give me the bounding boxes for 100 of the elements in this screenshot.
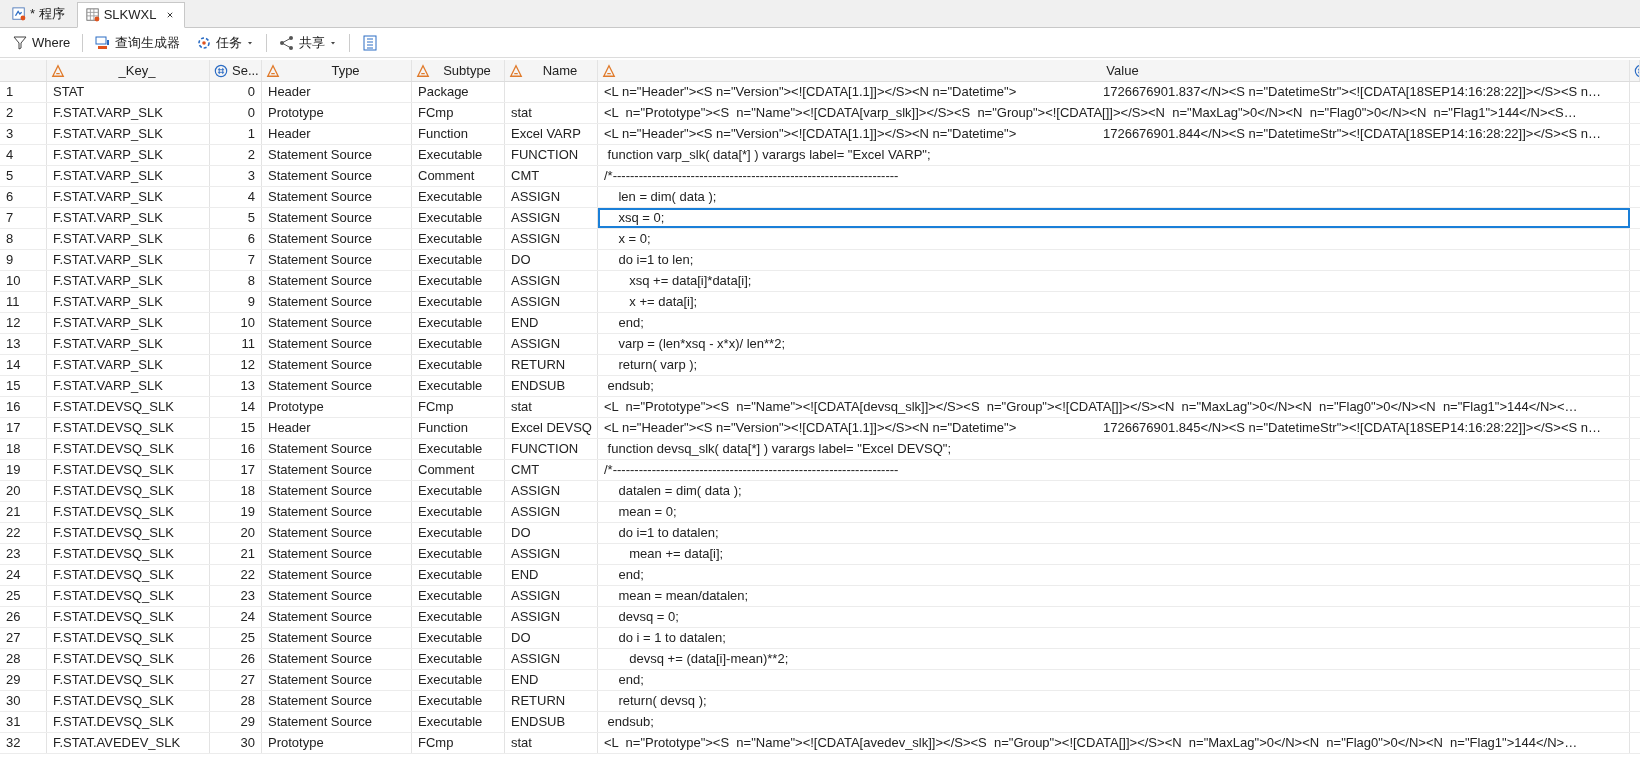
table-cell: 6 (210, 229, 262, 249)
table-cell: STAT (47, 82, 210, 102)
table-icon (85, 8, 100, 22)
row-number: 13 (0, 334, 47, 354)
table-cell: Statement Source (262, 523, 412, 543)
table-cell: Statement Source (262, 460, 412, 480)
column-header[interactable]: Type (284, 60, 407, 81)
numeric-column-icon (214, 63, 228, 78)
table-cell: Statement Source (262, 250, 412, 270)
table-cell: devsq = 0; (598, 607, 1630, 627)
table-cell: 30 (210, 733, 262, 753)
table-cell: Executable (412, 229, 505, 249)
table-cell: 8 (210, 271, 262, 291)
table-cell: F.STAT.VARP_SLK (47, 334, 210, 354)
row-number: 16 (0, 397, 47, 417)
table-cell: Excel DEVSQ (505, 418, 598, 438)
toolbar-button[interactable]: 共享 (275, 30, 342, 55)
table-cell: CMT (505, 460, 598, 480)
table-cell: F.STAT.AVEDEV_SLK (47, 733, 210, 753)
table-cell: Executable (412, 334, 505, 354)
table-cell: function devsq_slk( data[*] ) varargs label= "Excel DEVSQ"; (598, 439, 1630, 459)
column-header[interactable]: Subtype (434, 60, 500, 81)
toolbar-button[interactable]: 任务 (192, 30, 259, 55)
toolbar-button[interactable]: 查询生成器 (91, 30, 185, 55)
table-cell: 23 (210, 586, 262, 606)
table-cell: FUNCTION (505, 439, 598, 459)
table-cell: 4 (210, 187, 262, 207)
table-cell: Executable (412, 145, 505, 165)
table-cell: Statement Source (262, 691, 412, 711)
table-cell: F.STAT.VARP_SLK (47, 355, 210, 375)
table-cell: mean += data[i]; (598, 544, 1630, 564)
table-cell: <L n="Prototype"><S n="Name"><![CDATA[devsq_slk]]></S><S n="Group"><![CDATA[]]></S><N n="MaxLag">0</N><N n="Flag0">0</N><N n="Flag1">144</N><… (598, 397, 1630, 417)
table-cell: ENDSUB (505, 712, 598, 732)
character-column-icon (509, 63, 523, 78)
table-cell: Executable (412, 607, 505, 627)
table-cell: Executable (412, 628, 505, 648)
table-cell: 14 (210, 397, 262, 417)
table-cell: DO (505, 250, 598, 270)
table-cell: 0 (210, 103, 262, 123)
table-cell: F.STAT.VARP_SLK (47, 376, 210, 396)
table-cell: F.STAT.VARP_SLK (47, 166, 210, 186)
character-column-icon (266, 63, 280, 78)
table-cell: F.STAT.VARP_SLK (47, 187, 210, 207)
table-cell: ASSIGN (505, 229, 598, 249)
table-cell: Package (412, 82, 505, 102)
table-cell: 12 (210, 355, 262, 375)
table-cell: datalen = dim( data ); (598, 481, 1630, 501)
table-cell: do i=1 to len; (598, 250, 1630, 270)
table-cell: DO (505, 523, 598, 543)
row-number: 29 (0, 670, 47, 690)
table-cell: Executable (412, 481, 505, 501)
table-cell: F.STAT.DEVSQ_SLK (47, 586, 210, 606)
column-header[interactable]: Se... (232, 60, 259, 81)
table-cell: END (505, 313, 598, 333)
table-cell: Comment (412, 166, 505, 186)
table-cell: ENDSUB (505, 376, 598, 396)
table-cell: ASSIGN (505, 208, 598, 228)
table-cell: Executable (412, 586, 505, 606)
table-cell: 24 (210, 607, 262, 627)
table-cell: Function (412, 418, 505, 438)
table-cell: ASSIGN (505, 502, 598, 522)
table-cell: mean = mean/datalen; (598, 586, 1630, 606)
table-cell: F.STAT.DEVSQ_SLK (47, 712, 210, 732)
column-header[interactable]: _Key_ (69, 60, 205, 81)
row-number: 28 (0, 649, 47, 669)
column-header[interactable]: Name (527, 60, 593, 81)
table-cell: end; (598, 670, 1630, 690)
character-column-icon (602, 63, 616, 78)
table-cell: endsub; (598, 712, 1630, 732)
row-number: 11 (0, 292, 47, 312)
row-number: 3 (0, 124, 47, 144)
table-cell: Executable (412, 712, 505, 732)
table-cell: 2 (210, 145, 262, 165)
list-icon (362, 34, 379, 51)
table-cell: Executable (412, 313, 505, 333)
table-cell: F.STAT.DEVSQ_SLK (47, 544, 210, 564)
document-tab[interactable]: SLKWXL (76, 2, 186, 28)
table-cell: Executable (412, 376, 505, 396)
table-cell: Statement Source (262, 166, 412, 186)
table-cell: 18 (210, 481, 262, 501)
table-cell: ASSIGN (505, 187, 598, 207)
table-cell: 28 (210, 691, 262, 711)
table-cell: <L n="Header"><S n="Version"><![CDATA[1.1]]></S><N n="Datetime"> 1726676901.837</N><S n="DatetimeStr"><![CDATA[18SEP14:16:28:22]]></S><S n… (598, 82, 1630, 102)
table-cell: xsq += data[i]*data[i]; (598, 271, 1630, 291)
table-cell: F.STAT.VARP_SLK (47, 208, 210, 228)
column-header[interactable]: Value (620, 60, 1625, 81)
table-cell: len = dim( data ); (598, 187, 1630, 207)
table-cell: F.STAT.DEVSQ_SLK (47, 628, 210, 648)
toolbar-button[interactable]: Where (8, 30, 75, 55)
table-cell: /*------------------------------------------------------------------ (598, 166, 1630, 186)
table-cell: F.STAT.DEVSQ_SLK (47, 502, 210, 522)
character-column-icon (51, 63, 65, 78)
table-cell: devsq += (data[i]-mean)**2; (598, 649, 1630, 669)
table-cell: F.STAT.DEVSQ_SLK (47, 607, 210, 627)
row-number: 21 (0, 502, 47, 522)
table-cell: ASSIGN (505, 292, 598, 312)
table-cell: Statement Source (262, 628, 412, 648)
table-cell: Comment (412, 460, 505, 480)
table-cell: Executable (412, 670, 505, 690)
table-cell: Statement Source (262, 271, 412, 291)
